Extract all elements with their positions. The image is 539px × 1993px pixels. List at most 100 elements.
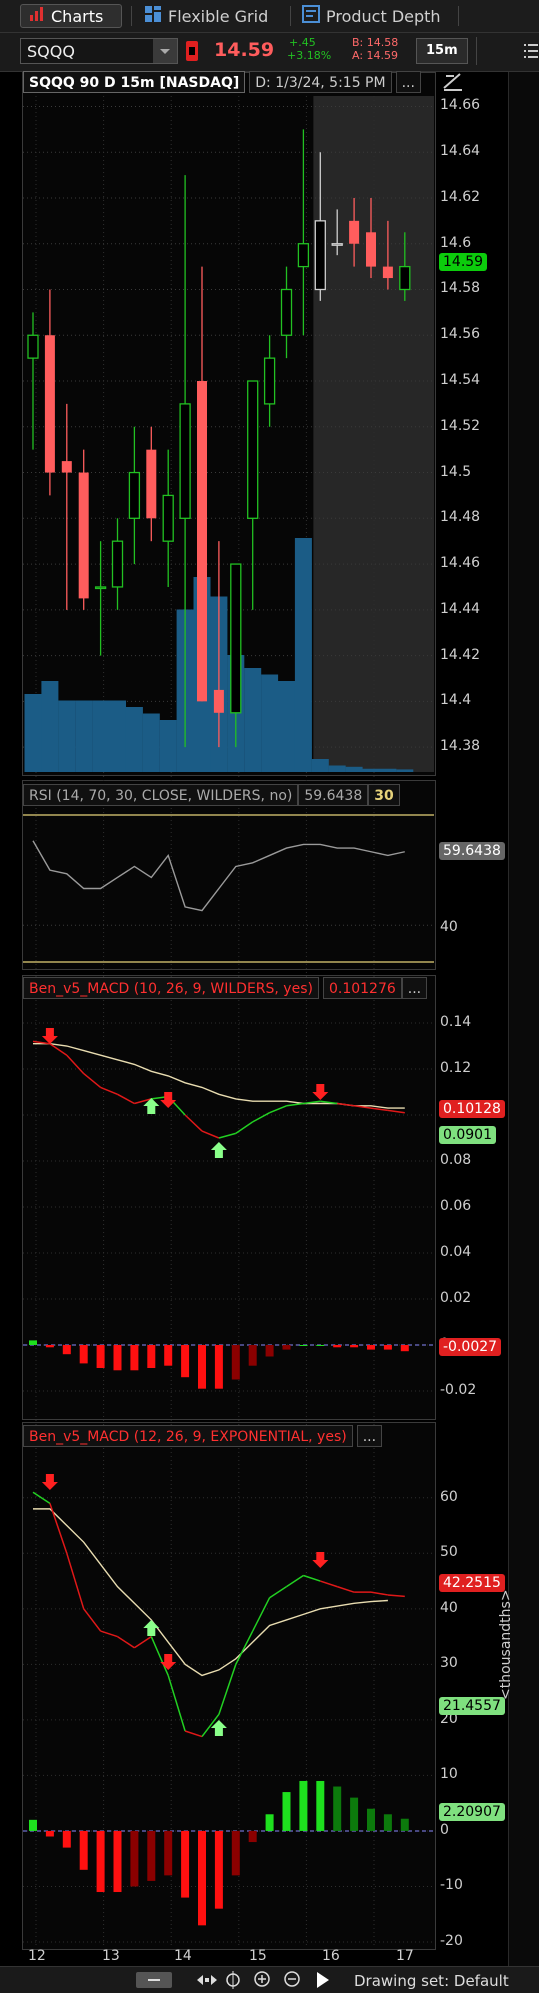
candle-body <box>297 243 310 268</box>
sell-arrow-icon <box>312 1552 329 1568</box>
histogram-bar <box>147 1830 156 1881</box>
volume-bar <box>92 700 110 772</box>
candle-body <box>382 266 393 279</box>
crosshair-icon[interactable] <box>224 1971 242 1993</box>
histogram-bar <box>29 1819 37 1831</box>
zoom-out-icon[interactable] <box>283 1970 301 1992</box>
histogram-bar <box>113 1345 122 1371</box>
volume-bar <box>24 694 42 772</box>
histogram-bar <box>299 1780 308 1831</box>
volume-bar <box>362 768 380 772</box>
candle-body <box>314 220 326 291</box>
volume-bar <box>261 674 279 772</box>
unit-label: <thousandths> <box>498 1589 514 1700</box>
macd-line-segment <box>83 1073 102 1088</box>
x-axis-label: 16 <box>322 1948 340 1964</box>
more-button[interactable]: ... <box>356 1425 383 1447</box>
macd-line-segment <box>252 1112 270 1123</box>
macd2-hist-tag: 2.20907 <box>439 1803 505 1821</box>
histogram-bar <box>130 1345 139 1371</box>
candle-body <box>349 220 360 244</box>
macd-line-segment <box>184 1730 203 1738</box>
axis-tick-label: 60 <box>440 1488 458 1505</box>
histogram-bar <box>367 1345 375 1350</box>
volume-bar <box>142 713 160 772</box>
macd1-red-tag: 0.10128 <box>439 1100 505 1118</box>
macd1-value: 0.101276 <box>322 977 402 999</box>
macd-line-segment <box>336 1585 355 1593</box>
zoom-in-icon[interactable] <box>253 1970 271 1992</box>
draw-tool-icon[interactable] <box>442 70 464 96</box>
macd-line-segment <box>235 1121 254 1135</box>
axis-tick-label: 0.14 <box>440 1014 472 1030</box>
histogram-bar <box>231 1345 240 1380</box>
sell-arrow-icon <box>160 1092 177 1108</box>
candle-body <box>111 540 124 588</box>
axis-tick-label: 0 <box>440 1821 449 1838</box>
histogram-bar <box>79 1345 88 1364</box>
macd-line-segment <box>117 1635 135 1649</box>
macd-line-segment <box>66 1054 85 1075</box>
price-panel-title: SQQQ 90 D 15m [NASDAQ] <box>23 71 246 93</box>
more-button[interactable]: ... <box>401 977 428 999</box>
volume-bar <box>345 766 363 772</box>
axis-tick-label: 0.04 <box>440 1244 472 1260</box>
candle-body <box>213 689 224 713</box>
histogram-bar <box>265 1814 274 1831</box>
axis-tick-label: 14.42 <box>440 646 481 663</box>
histogram-bar <box>316 1345 325 1346</box>
rsi-tick-label: 40 <box>440 919 458 935</box>
macd1-title: Ben_v5_MACD (10, 26, 9, WILDERS, yes) <box>23 977 319 999</box>
histogram-bar <box>248 1345 257 1366</box>
histogram-bar <box>181 1345 190 1378</box>
volume-bar <box>125 707 143 772</box>
histogram-bar <box>198 1345 206 1389</box>
candle-body <box>94 586 107 590</box>
histogram-bar <box>62 1830 71 1848</box>
macd-line-segment <box>337 1102 355 1107</box>
candle-body <box>280 288 293 336</box>
macd-line-segment <box>269 1585 287 1599</box>
extended-hours-shading <box>313 96 434 772</box>
macd-line-segment <box>387 1594 405 1598</box>
volume-bar <box>109 700 126 772</box>
rsi-extra: 30 <box>368 784 400 806</box>
macd2-green-tag: 21.4557 <box>439 1697 505 1715</box>
volume-bar <box>75 700 93 772</box>
histogram-bar <box>367 1808 375 1831</box>
buy-arrow-icon <box>143 1620 160 1636</box>
x-axis-label: 17 <box>396 1948 414 1964</box>
histogram-bar <box>265 1345 274 1357</box>
macd-line-segment <box>387 1109 405 1114</box>
signal-line <box>33 1508 388 1677</box>
drawing-set-label[interactable]: Drawing set: Default <box>354 1972 509 1990</box>
histogram-bar <box>96 1345 105 1368</box>
pan-icon[interactable] <box>196 1972 218 1992</box>
macd1-panel-header: Ben_v5_MACD (10, 26, 9, WILDERS, yes) 0.… <box>23 976 428 1000</box>
macd-line-segment <box>184 1114 203 1132</box>
x-axis-label: 13 <box>102 1948 120 1964</box>
macd-line-segment <box>218 1664 237 1715</box>
price-panel-date: D: 1/3/24, 5:15 PM <box>249 71 392 93</box>
macd-line-segment <box>320 1580 338 1588</box>
volume-bar <box>244 668 262 772</box>
sell-arrow-icon <box>160 1654 177 1670</box>
axis-tick-label: 0.08 <box>440 1152 472 1168</box>
play-icon[interactable] <box>316 1971 330 1993</box>
volume-bar <box>396 769 414 772</box>
signal-line <box>33 1042 405 1109</box>
macd-line-segment <box>49 1503 68 1554</box>
zoom-slider-handle[interactable] <box>136 1972 172 1988</box>
candle-body <box>27 334 39 359</box>
histogram-bar <box>350 1345 359 1348</box>
histogram-bar <box>45 1830 54 1837</box>
axis-tick-label: 14.5 <box>440 463 472 480</box>
axis-tick-label: 14.56 <box>440 326 481 343</box>
sell-arrow-icon <box>312 1084 329 1100</box>
macd-line-segment <box>286 1102 304 1107</box>
more-button[interactable]: ... <box>395 71 421 93</box>
axis-tick-label: 14.48 <box>440 509 481 526</box>
axis-tick-label: 14.58 <box>440 280 481 297</box>
x-axis-label: 12 <box>28 1948 46 1964</box>
histogram-bar <box>62 1345 71 1355</box>
